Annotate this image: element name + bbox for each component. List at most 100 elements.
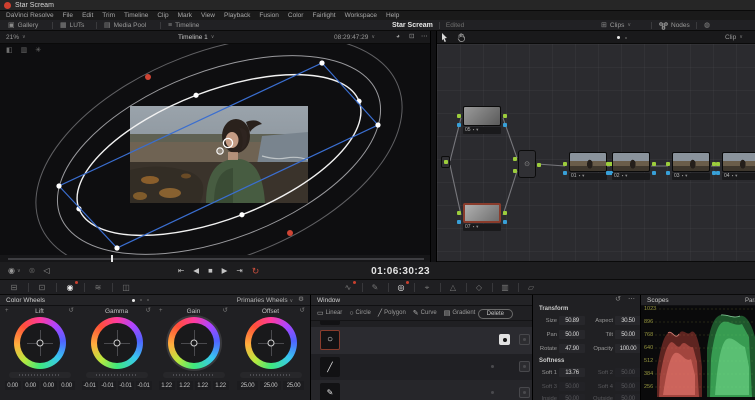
tilt-value[interactable]: 50.00 bbox=[615, 330, 641, 339]
window-disabled-dot[interactable] bbox=[491, 365, 494, 368]
node-04[interactable]: 04 ▪ ▾ bbox=[716, 152, 755, 180]
rotate-value[interactable]: 47.90 bbox=[559, 344, 585, 353]
value-box[interactable]: 1.22 bbox=[194, 381, 211, 390]
input-port[interactable] bbox=[513, 157, 517, 161]
pointer-tool-icon[interactable] bbox=[441, 31, 448, 44]
window-handle[interactable] bbox=[375, 122, 381, 128]
menu-clip[interactable]: Clip bbox=[157, 12, 168, 19]
menu-view[interactable]: View bbox=[201, 12, 215, 19]
pan-value[interactable]: 50.00 bbox=[559, 330, 585, 339]
tab-motion-effects[interactable]: ◫ bbox=[116, 280, 136, 295]
tab-qualifier[interactable]: ✎ bbox=[365, 280, 385, 295]
value-box[interactable]: 25.00 bbox=[283, 381, 304, 390]
media-pool-button[interactable]: ▤ Media Pool bbox=[104, 20, 146, 31]
menu-trim[interactable]: Trim bbox=[102, 12, 115, 19]
rotation-handle[interactable] bbox=[145, 74, 151, 80]
clip-mode-select[interactable]: Clip ∨ bbox=[725, 31, 743, 44]
mask-out-port[interactable] bbox=[652, 171, 656, 175]
loop-button[interactable]: ↻ bbox=[252, 266, 260, 276]
gallery-button[interactable]: ▣ Gallery bbox=[8, 20, 38, 31]
size-value[interactable]: 50.89 bbox=[559, 316, 585, 325]
aspect-value[interactable]: 30.50 bbox=[615, 316, 641, 325]
window-list-row-circle[interactable]: ○ bbox=[311, 327, 533, 354]
delete-window-button[interactable]: Delete bbox=[477, 308, 513, 319]
soft2-value[interactable]: 50.00 bbox=[615, 368, 641, 377]
mask-port[interactable] bbox=[666, 171, 670, 175]
value-box[interactable]: 0.00 bbox=[58, 381, 75, 390]
wheels-mode-select[interactable]: Primaries Wheels ∨ bbox=[237, 297, 293, 304]
offset-color-wheel[interactable] bbox=[244, 317, 297, 369]
tab-camera-raw[interactable]: ⊟ bbox=[4, 280, 24, 295]
output-port[interactable] bbox=[503, 114, 507, 118]
window-list-row-curve[interactable]: ✎ bbox=[311, 380, 533, 400]
mask-port[interactable] bbox=[457, 220, 461, 224]
output-port[interactable] bbox=[537, 163, 541, 167]
gain-color-wheel[interactable] bbox=[167, 317, 220, 369]
outside-value[interactable]: 50.00 bbox=[615, 394, 641, 400]
window-handle[interactable] bbox=[319, 60, 325, 66]
window-handle[interactable] bbox=[114, 245, 120, 251]
mask-port[interactable] bbox=[716, 171, 720, 175]
mask-out-port[interactable] bbox=[503, 123, 507, 127]
value-box[interactable]: 1.22 bbox=[212, 381, 229, 390]
menu-workspace[interactable]: Workspace bbox=[345, 12, 377, 19]
crosshair-icon[interactable]: + bbox=[5, 308, 9, 314]
node-05[interactable]: 05 ▪ ▾ bbox=[457, 106, 507, 134]
offset-master-wheel[interactable] bbox=[239, 372, 302, 378]
tab-curves[interactable]: ∿ bbox=[338, 280, 358, 295]
tab-power-windows[interactable]: ◎ bbox=[391, 280, 411, 295]
viewer-node-divider[interactable] bbox=[430, 31, 437, 262]
add-circle-window[interactable]: ○ Circle bbox=[349, 310, 371, 317]
nodes-button[interactable]: Nodes bbox=[659, 20, 690, 31]
tab-tracker[interactable]: ⌖ bbox=[417, 280, 437, 295]
value-box[interactable]: 1.22 bbox=[158, 381, 175, 390]
value-box[interactable]: 0.00 bbox=[40, 381, 57, 390]
window-invert-badge[interactable] bbox=[519, 361, 530, 372]
expand-icon[interactable]: ⊡ bbox=[409, 31, 414, 44]
add-curve-window[interactable]: ✎ Curve bbox=[413, 310, 437, 317]
stop-button[interactable]: ■ bbox=[208, 267, 213, 275]
menu-help[interactable]: Help bbox=[386, 12, 399, 19]
reset-icon[interactable]: ↺ bbox=[69, 307, 74, 315]
value-box[interactable]: -0.01 bbox=[135, 381, 152, 390]
input-port[interactable] bbox=[563, 162, 567, 166]
reset-icon[interactable]: ↺ bbox=[300, 307, 305, 315]
tab-rgb-mixer[interactable]: ≋ bbox=[88, 280, 108, 295]
input-port[interactable] bbox=[457, 114, 461, 118]
input-port[interactable] bbox=[513, 169, 517, 173]
opacity-value[interactable]: 100.00 bbox=[615, 344, 641, 353]
viewer-options-icon[interactable]: ⋯ bbox=[421, 31, 428, 44]
lift-master-wheel[interactable] bbox=[8, 372, 71, 378]
go-to-start-button[interactable]: ⇤ bbox=[178, 267, 184, 275]
unlink-icon[interactable]: ⊗ bbox=[29, 267, 36, 275]
output-port[interactable] bbox=[652, 162, 656, 166]
reset-icon[interactable]: ↺ bbox=[615, 296, 621, 303]
go-to-end-button[interactable]: ⇥ bbox=[236, 267, 242, 275]
add-polygon-window[interactable]: ╱ Polygon bbox=[378, 310, 406, 317]
menu-davinci-resolve[interactable]: DaVinci Resolve bbox=[6, 12, 54, 19]
soft4-value[interactable]: 50.00 bbox=[615, 382, 641, 391]
menu-playback[interactable]: Playback bbox=[224, 12, 250, 19]
tab-blur[interactable]: △ bbox=[443, 280, 463, 295]
input-port[interactable] bbox=[716, 162, 720, 166]
node-source[interactable] bbox=[441, 156, 450, 168]
node-02[interactable]: 02 ▪ ▾ bbox=[606, 152, 656, 180]
menu-mark[interactable]: Mark bbox=[178, 12, 192, 19]
input-port[interactable] bbox=[666, 162, 670, 166]
menu-file[interactable]: File bbox=[63, 12, 73, 19]
menu-timeline[interactable]: Timeline bbox=[124, 12, 148, 19]
color-viewer[interactable]: ◧ ▥ ✳ bbox=[0, 44, 430, 255]
node-03[interactable]: 03 ▪ ▾ bbox=[666, 152, 716, 180]
playhead[interactable] bbox=[111, 255, 113, 262]
add-gradient-window[interactable]: ▤ Gradient bbox=[444, 310, 476, 317]
viewer-zoom-select[interactable]: 21% ∨ bbox=[6, 31, 26, 44]
node-layer-mixer[interactable]: ⊙ bbox=[513, 150, 541, 178]
output-port[interactable] bbox=[503, 211, 507, 215]
scope-mode-select[interactable]: Parade bbox=[745, 295, 755, 306]
node-07[interactable]: 07 ▪ ▾ bbox=[457, 203, 507, 231]
hand-tool-icon[interactable] bbox=[457, 31, 466, 44]
soft3-value[interactable]: 50.00 bbox=[559, 382, 585, 391]
speaker-icon[interactable]: ◁ bbox=[43, 267, 49, 275]
viewer-canvas[interactable] bbox=[0, 44, 430, 255]
luts-button[interactable]: ▦ LUTs bbox=[60, 20, 84, 31]
